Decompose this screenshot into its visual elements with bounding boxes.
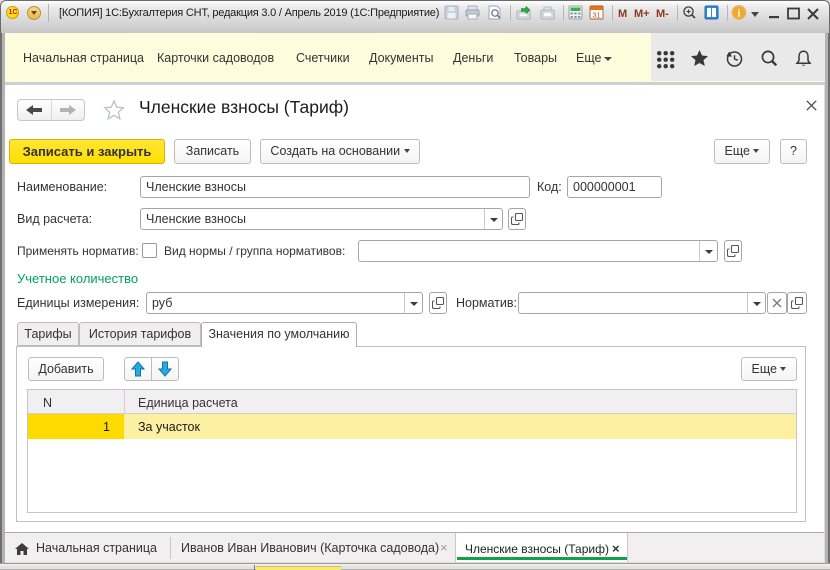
svg-text:i: i <box>738 9 741 20</box>
svg-text:M-: M- <box>656 8 669 20</box>
svg-text:M+: M+ <box>634 8 650 20</box>
svg-text:31: 31 <box>592 11 600 20</box>
svg-text:M: M <box>618 8 627 20</box>
